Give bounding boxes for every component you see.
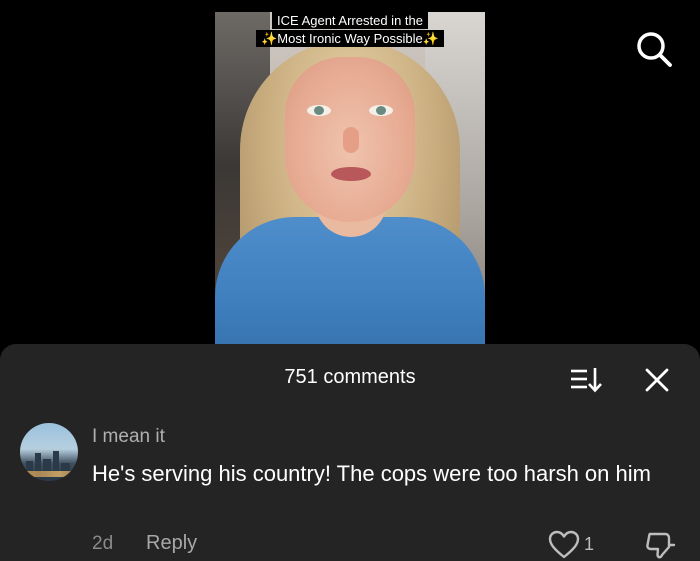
like-count: 1 <box>584 534 595 554</box>
video-caption-line-1: ICE Agent Arrested in the <box>272 12 428 29</box>
sort-icon <box>571 368 602 393</box>
comment-timestamp: 2d <box>92 533 114 554</box>
search-icon <box>637 32 672 67</box>
sort-button[interactable] <box>569 366 603 394</box>
like-button[interactable]: 1 <box>548 530 608 560</box>
video-mouth <box>331 167 371 181</box>
reply-button[interactable]: Reply <box>146 532 197 555</box>
comments-sheet: 751 comments I mean it He's serving his … <box>0 344 700 561</box>
video-eye-right <box>369 105 393 116</box>
avatar-building <box>43 459 51 481</box>
comment-text: He's serving his country! The cops were … <box>92 461 651 486</box>
video-eye-left <box>307 105 331 116</box>
dislike-icon <box>646 532 676 559</box>
video-shirt <box>215 217 485 352</box>
app-screen: ICE Agent Arrested in the ✨Most Ironic W… <box>0 0 700 561</box>
comment-username[interactable]: I mean it <box>92 426 165 448</box>
video-face <box>285 57 415 222</box>
close-button[interactable] <box>642 365 672 395</box>
search-button[interactable] <box>634 29 674 69</box>
video-caption: ICE Agent Arrested in the ✨Most Ironic W… <box>215 12 485 47</box>
close-icon <box>645 368 669 392</box>
video-caption-line-2: ✨Most Ironic Way Possible✨ <box>256 30 444 47</box>
avatar[interactable] <box>20 423 78 481</box>
avatar-city-lights <box>20 471 78 477</box>
dislike-button[interactable] <box>645 531 677 561</box>
video-player[interactable] <box>215 12 485 352</box>
heart-icon <box>548 530 580 559</box>
video-nose <box>343 127 359 153</box>
